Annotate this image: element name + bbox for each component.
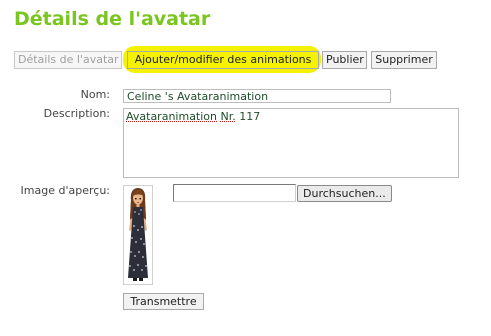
page-title: Détails de l'avatar	[14, 8, 211, 30]
name-field[interactable]: Celine 's Avataranimation	[123, 89, 391, 103]
submit-button[interactable]: Transmettre	[123, 293, 204, 310]
description-word-1: Avataranimation	[126, 110, 218, 123]
name-label: Nom:	[80, 88, 110, 101]
description-label: Description:	[43, 107, 110, 120]
avatar-preview	[123, 185, 153, 285]
details-tab-button: Détails de l'avatar	[14, 51, 122, 69]
file-path-field[interactable]	[173, 184, 296, 202]
animations-button[interactable]: Ajouter/modifier des animations	[127, 51, 319, 69]
delete-button[interactable]: Supprimer	[371, 51, 437, 69]
browse-button[interactable]: Durchsuchen...	[297, 185, 392, 202]
description-word-2: Nr.	[220, 110, 236, 123]
publish-button[interactable]: Publier	[322, 51, 367, 69]
description-field[interactable]: Avataranimation Nr. 117	[123, 108, 459, 178]
preview-label: Image d'aperçu:	[20, 184, 110, 197]
avatar-figure-icon	[128, 188, 148, 281]
description-word-3: 117	[239, 110, 261, 123]
